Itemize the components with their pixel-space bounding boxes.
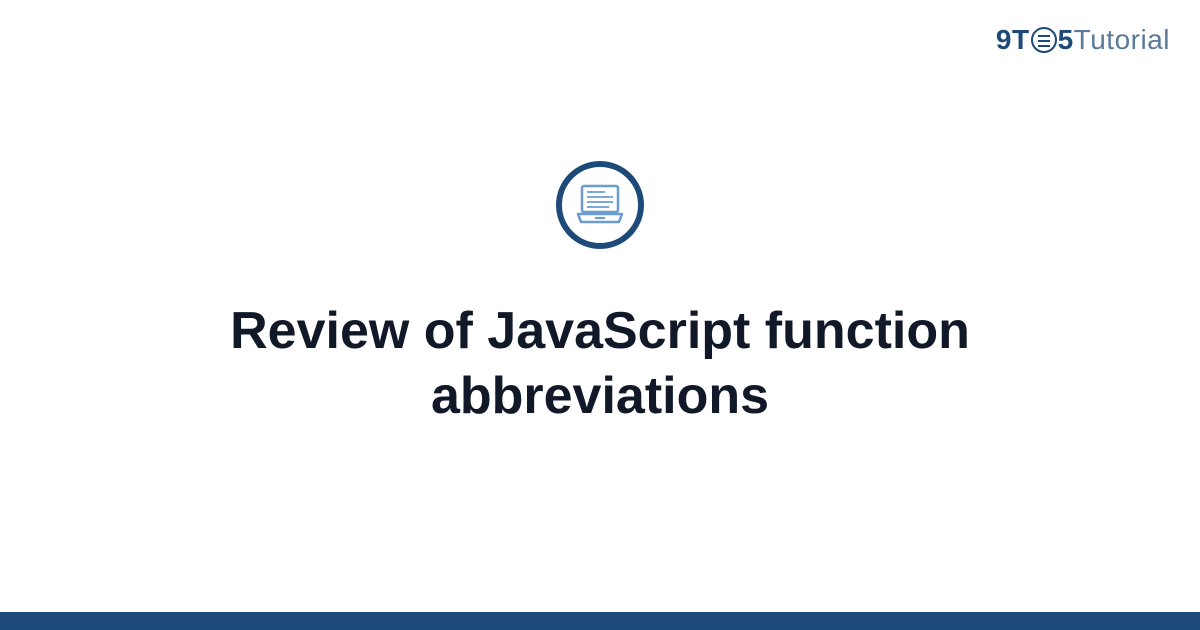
page-title: Review of JavaScript function abbreviati… (100, 299, 1100, 429)
brand-t: T (1012, 24, 1030, 55)
brand-nine: 9 (996, 24, 1012, 55)
main-content: Review of JavaScript function abbreviati… (0, 0, 1200, 630)
brand-five: 5 (1058, 24, 1074, 55)
brand-tutorial: Tutorial (1074, 24, 1170, 55)
laptop-svg-icon (575, 184, 625, 226)
laptop-icon (556, 161, 644, 249)
brand-logo: 9T5Tutorial (996, 24, 1170, 56)
bottom-accent-bar (0, 612, 1200, 630)
brand-o-icon (1031, 27, 1057, 53)
